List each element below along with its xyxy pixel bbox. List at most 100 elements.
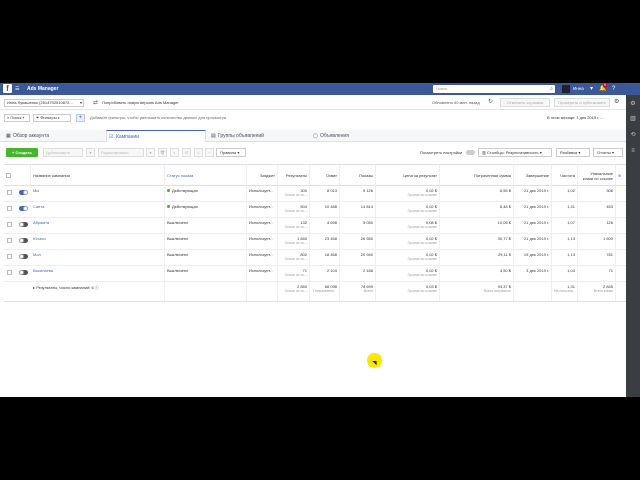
- campaign-name-link[interactable]: Сапта: [31, 202, 165, 217]
- refresh-icon[interactable]: ↻: [488, 98, 493, 107]
- revert-icon[interactable]: ↺: [182, 148, 191, 157]
- right-rail: ⚙ ▥ ⟲ ≡: [626, 95, 640, 397]
- header-reach[interactable]: Охват: [310, 165, 340, 186]
- tab-adsets[interactable]: ▤ Группы объявлений: [209, 130, 309, 142]
- frequency-cell: 1,02: [552, 186, 578, 201]
- duplicate-button[interactable]: Дублировать: [43, 148, 83, 157]
- header-frequency[interactable]: Частота: [552, 165, 578, 186]
- campaign-name-link[interactable]: Мы: [31, 186, 165, 201]
- tab-campaigns[interactable]: ☑ Кампании: [106, 130, 206, 142]
- header-impressions[interactable]: Показы: [340, 165, 376, 186]
- row-checkbox[interactable]: [7, 206, 12, 211]
- results-sub: Клики по сс...: [285, 209, 307, 213]
- campaign-name-link[interactable]: Мол: [31, 250, 165, 265]
- budget-cell: Использует...: [247, 202, 278, 217]
- tab-label: Кампании: [116, 134, 139, 140]
- more-icon[interactable]: ⋯: [205, 148, 214, 157]
- facebook-logo-icon[interactable]: f: [3, 84, 12, 93]
- summary-frequency-sub: На пользов...: [554, 289, 576, 293]
- row-checkbox[interactable]: [7, 190, 12, 195]
- help-icon[interactable]: ?: [612, 85, 615, 93]
- filters-label: Фильтры: [40, 115, 57, 120]
- ab-test-icon[interactable]: ◐: [170, 148, 179, 157]
- status-dot-icon: [167, 189, 170, 193]
- end-cell: 21 дек 2019 г.: [514, 186, 552, 201]
- search-filter-button[interactable]: ⌕ Поиск ▾: [4, 114, 30, 122]
- chevron-down-icon[interactable]: ▾: [146, 148, 155, 157]
- discard-draft-button[interactable]: Отменить черновик: [500, 98, 550, 107]
- campaign-name-link[interactable]: Абрамта: [31, 218, 165, 233]
- review-publish-button[interactable]: Проверить и публиковать: [554, 98, 610, 107]
- row-checkbox[interactable]: [7, 222, 12, 227]
- tab-account-overview[interactable]: ▦ Обзор аккаунта: [4, 130, 104, 142]
- table-row[interactable]: Сапта Действующая Использует... 504 Клики…: [4, 202, 626, 218]
- campaign-name-link[interactable]: Ючачи: [31, 234, 165, 249]
- top-search-input[interactable]: Поиск ⌕: [433, 85, 555, 93]
- campaign-toggle[interactable]: [19, 222, 28, 227]
- edit-button[interactable]: Редактировать: [98, 148, 144, 157]
- list-icon[interactable]: ≡: [629, 147, 637, 155]
- table-row[interactable]: Васильева Выключено Использует... 71 Клик…: [4, 266, 626, 282]
- hamburger-icon[interactable]: ☰: [15, 85, 19, 93]
- header-results[interactable]: Результаты: [278, 165, 310, 186]
- spent-cell: 8,48 $: [440, 202, 514, 217]
- search-icon[interactable]: ⌕: [550, 85, 553, 93]
- row-checkbox[interactable]: [7, 254, 12, 259]
- campaign-toggle[interactable]: [19, 238, 28, 243]
- reach-cell: 4 698: [310, 218, 340, 233]
- chart-icon[interactable]: ▥: [629, 115, 637, 123]
- table-row[interactable]: Мы Действующая Использует... 300 Клики по…: [4, 186, 626, 202]
- spent-cell: 6,55 $: [440, 186, 514, 201]
- add-column-icon[interactable]: ⊕: [616, 165, 626, 186]
- date-range-picker[interactable]: В этом месяце: 1 дек 2019 г. –: [547, 114, 603, 122]
- rules-button[interactable]: Правила ▾: [216, 148, 246, 157]
- history-icon[interactable]: ⟲: [629, 131, 637, 139]
- view-settings-toggle[interactable]: [466, 150, 475, 155]
- user-name[interactable]: Инна: [573, 85, 584, 93]
- header-unique-link-clicks[interactable]: Уникальные клики по ссылке: [578, 165, 616, 186]
- status-dot-icon: [167, 205, 170, 209]
- header-cost-per-result[interactable]: Цена за результат: [376, 165, 440, 186]
- account-selector[interactable]: Инна Лукашенко (2514752510872... ▾: [4, 99, 84, 107]
- try-new-version-link[interactable]: Попробовать новую версию Ads Manager: [102, 99, 179, 107]
- row-checkbox[interactable]: [7, 270, 12, 275]
- create-button[interactable]: + Создать: [6, 148, 38, 157]
- last-updated-text: Обновлено 40 мин. назад: [432, 100, 480, 105]
- reach-cell: 18 468: [310, 250, 340, 265]
- budget-cell: Использует...: [247, 218, 278, 233]
- tab-label: Обзор аккаунта: [13, 133, 50, 139]
- frequency-cell: 1,07: [552, 218, 578, 233]
- campaign-toggle[interactable]: [19, 206, 28, 211]
- campaign-toggle[interactable]: [19, 270, 28, 275]
- header-campaign-name[interactable]: Название кампании: [31, 165, 165, 186]
- select-all-checkbox[interactable]: [6, 173, 11, 178]
- avatar[interactable]: [562, 85, 570, 93]
- header-delivery-status[interactable]: Статус показа: [165, 165, 247, 186]
- campaign-toggle[interactable]: [19, 190, 28, 195]
- tab-ads[interactable]: ▢ Объявления: [311, 130, 411, 142]
- filters-button[interactable]: ⏷ Фильтры ▾: [33, 114, 71, 122]
- table-row[interactable]: Мол Выключено Использует... 802 Клики по …: [4, 250, 626, 266]
- chevron-down-icon[interactable]: ▾: [590, 85, 593, 93]
- chevron-down-icon[interactable]: ▾: [86, 148, 95, 157]
- delete-icon[interactable]: 🗑: [158, 148, 167, 157]
- info-icon[interactable]: ⓘ: [95, 285, 99, 290]
- add-filter-button[interactable]: +: [76, 114, 85, 122]
- table-row[interactable]: Абрамта Выключено Использует... 132 Клики…: [4, 218, 626, 234]
- header-budget[interactable]: Бюджет: [247, 165, 278, 186]
- header-amount-spent[interactable]: Потраченная сумма: [440, 165, 514, 186]
- more-icon[interactable]: ⚙: [614, 98, 619, 107]
- delivery-status: Действующая: [165, 186, 247, 201]
- tag-icon[interactable]: ⌂: [194, 148, 203, 157]
- gear-icon[interactable]: ⚙: [629, 100, 637, 108]
- header-ends[interactable]: Завершение: [514, 165, 552, 186]
- row-checkbox[interactable]: [7, 238, 12, 243]
- switch-version-icon[interactable]: ⇄: [93, 99, 98, 107]
- reports-dropdown[interactable]: Отчеты ▾: [593, 148, 623, 157]
- columns-dropdown[interactable]: ▥ Столбцы: Результативность ▾: [478, 148, 552, 157]
- breakdown-dropdown[interactable]: Разбивка ▾: [556, 148, 590, 157]
- status-text: Выключено: [167, 220, 189, 225]
- campaign-toggle[interactable]: [19, 254, 28, 259]
- campaign-name-link[interactable]: Васильева: [31, 266, 165, 281]
- table-row[interactable]: Ючачи Выключено Использует... 1 840 Клики…: [4, 234, 626, 250]
